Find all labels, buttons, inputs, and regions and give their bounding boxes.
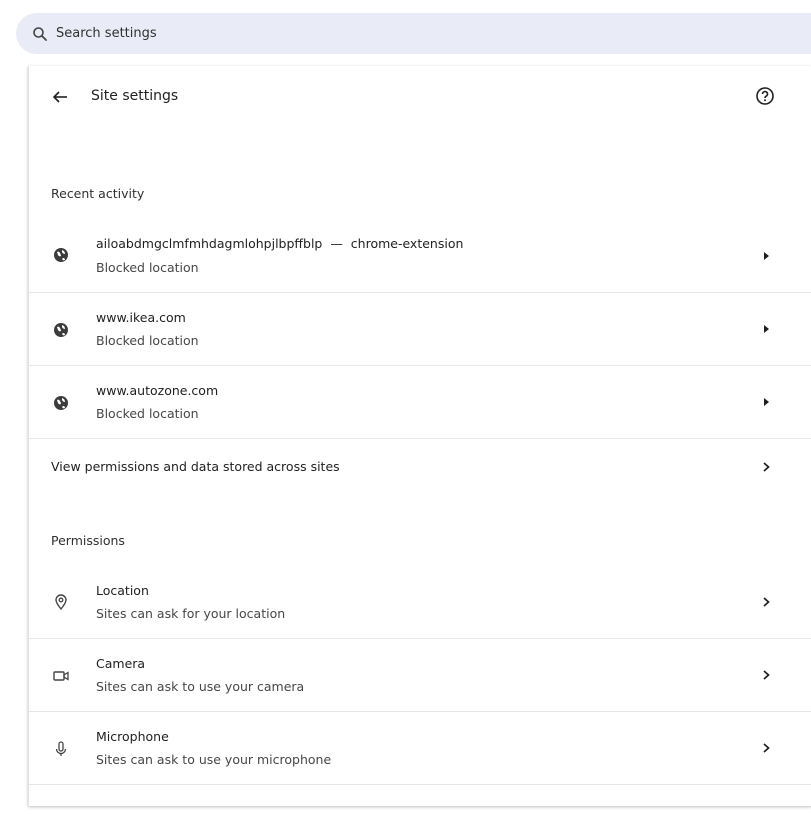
- top-bar: Search settings: [0, 0, 811, 66]
- settings-panel: Site settings Recent activity ailoabdmgc…: [28, 66, 811, 806]
- chevron-right-icon: [761, 596, 771, 608]
- list-item[interactable]: www.autozone.com Blocked location: [29, 365, 811, 439]
- location-pin-icon: [52, 593, 70, 611]
- permission-camera[interactable]: Camera Sites can ask to use your camera: [29, 638, 811, 712]
- globe-icon: [52, 394, 70, 412]
- list-item[interactable]: www.ikea.com Blocked location: [29, 292, 811, 366]
- back-arrow-icon[interactable]: [51, 88, 69, 106]
- permission-location[interactable]: Location Sites can ask for your location: [29, 566, 811, 638]
- site-status: Blocked location: [96, 333, 199, 348]
- globe-icon: [52, 246, 70, 264]
- search-input[interactable]: Search settings: [16, 13, 811, 54]
- section-title-permissions: Permissions: [51, 533, 125, 548]
- chevron-right-icon: [761, 669, 771, 681]
- permission-description: Sites can ask for your location: [96, 606, 286, 621]
- panel-header: Site settings: [29, 66, 811, 128]
- caret-right-icon: [761, 250, 771, 262]
- view-permissions-label: View permissions and data stored across …: [51, 459, 340, 474]
- section-title-recent-activity: Recent activity: [51, 186, 145, 201]
- chevron-right-icon: [761, 742, 771, 754]
- site-name: ailoabdmgclmfmhdagmlohpjlbpffblp — chrom…: [96, 236, 464, 251]
- list-item[interactable]: ailoabdmgclmfmhdagmlohpjlbpffblp — chrom…: [29, 220, 811, 292]
- site-status: Blocked location: [96, 406, 199, 421]
- permission-label: Microphone: [96, 729, 169, 744]
- page-title: Site settings: [91, 88, 179, 104]
- permission-microphone[interactable]: Microphone Sites can ask to use your mic…: [29, 711, 811, 785]
- help-icon[interactable]: [755, 86, 775, 106]
- globe-icon: [52, 321, 70, 339]
- site-status: Blocked location: [96, 260, 199, 275]
- search-placeholder: Search settings: [56, 26, 157, 41]
- permission-label: Camera: [96, 656, 146, 671]
- caret-right-icon: [761, 396, 771, 408]
- microphone-icon: [52, 740, 70, 758]
- search-icon: [32, 26, 48, 42]
- permission-description: Sites can ask to use your microphone: [96, 752, 332, 767]
- view-permissions-link[interactable]: View permissions and data stored across …: [29, 438, 811, 495]
- site-name: www.autozone.com: [96, 383, 219, 398]
- caret-right-icon: [761, 323, 771, 335]
- camera-icon: [52, 667, 70, 685]
- permission-description: Sites can ask to use your camera: [96, 679, 305, 694]
- site-name: www.ikea.com: [96, 310, 186, 325]
- permission-label: Location: [96, 583, 149, 598]
- chevron-right-icon: [761, 461, 771, 473]
